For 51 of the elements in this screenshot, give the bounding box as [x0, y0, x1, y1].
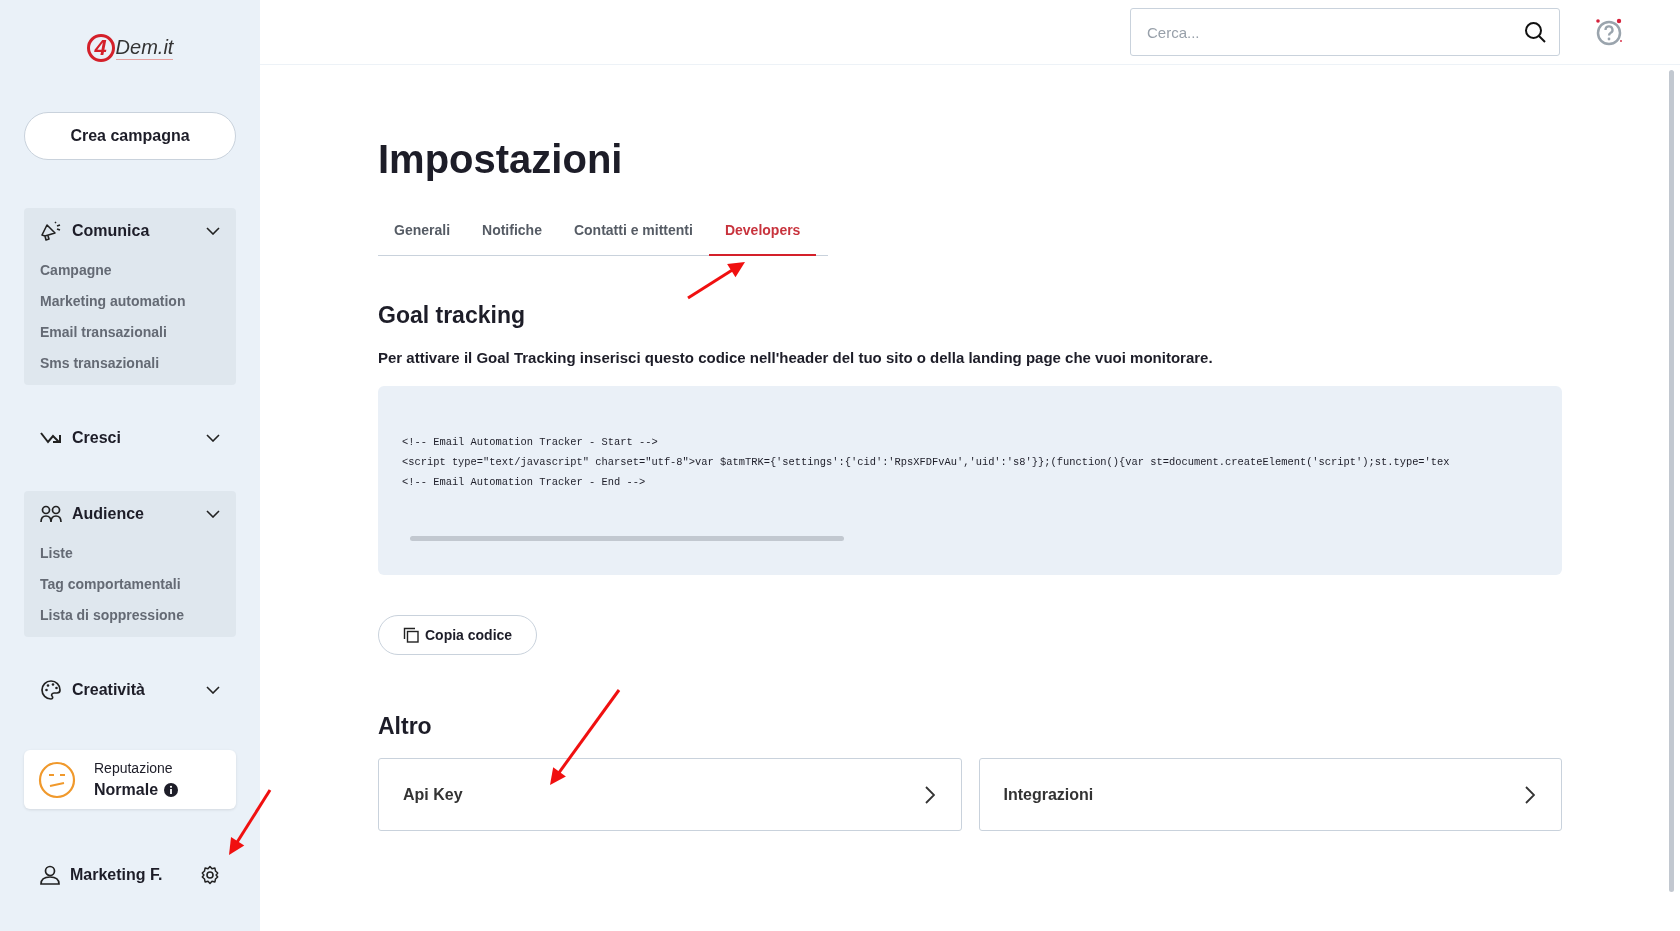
- settings-link-card[interactable]: Api Key: [378, 758, 962, 831]
- nav-group-label[interactable]: Cresci: [72, 429, 196, 447]
- palette-icon: [40, 679, 62, 701]
- copy-code-button[interactable]: Copia codice: [378, 615, 538, 655]
- page-title: Impostazioni: [378, 137, 624, 182]
- tab[interactable]: Contatti e mittenti: [557, 210, 709, 256]
- people-icon: [40, 505, 62, 523]
- nav-item[interactable]: Campagne: [40, 262, 220, 278]
- megaphone-icon: [40, 221, 62, 241]
- code-line: <script type="text/javascript" charset="utf-8">var $atmTRK={'settings':{'cid':'RpsXFDFvAu','uid':'s8'}};(function(){var st=document.createElement('script');st.type='tex: [402, 455, 1451, 470]
- nav-item[interactable]: Tag comportamentali: [40, 576, 220, 592]
- settings-link-card[interactable]: Integrazioni: [978, 758, 1562, 831]
- chevron-down-icon: [206, 686, 220, 694]
- description-text: Per attivare il Goal Tracking inserisci questo codice nell'header del tuo sito o della landing page che vuoi monitorare.: [378, 349, 1214, 366]
- copy-icon: [403, 627, 419, 643]
- nav-item[interactable]: Liste: [40, 545, 220, 561]
- chevron-down-icon: [206, 510, 220, 518]
- code-line: <!-- Email Automation Tracker - Start -->: [402, 435, 659, 450]
- section-heading: Goal tracking: [378, 302, 526, 329]
- settings-icon[interactable]: [200, 865, 220, 885]
- nav-item[interactable]: Lista di soppressione: [40, 607, 220, 623]
- tab[interactable]: Notifiche: [466, 210, 558, 256]
- chevron-right-icon: [924, 785, 935, 804]
- help-icon[interactable]: [1594, 17, 1624, 47]
- logo-text: Dem.it: [115, 36, 174, 60]
- nav-group-label[interactable]: Comunica: [72, 222, 196, 240]
- nav-item[interactable]: Email transazionali: [40, 324, 220, 340]
- tab[interactable]: Developers: [708, 210, 817, 256]
- tab[interactable]: Generali: [378, 210, 467, 256]
- reputation-label: Reputazione: [94, 760, 174, 776]
- trend-arrow-icon: [40, 431, 62, 445]
- nav-item[interactable]: Sms transazionali: [40, 355, 220, 371]
- chevron-down-icon: [206, 434, 220, 442]
- search-icon: [1524, 21, 1546, 43]
- logo-mark: 4: [86, 34, 115, 62]
- user-name[interactable]: Marketing F.: [70, 866, 190, 884]
- nav-item[interactable]: Marketing automation: [40, 293, 220, 309]
- chevron-down-icon: [206, 227, 220, 235]
- create-campaign-button[interactable]: Crea campagna: [24, 112, 236, 160]
- section-heading: Altro: [378, 713, 433, 740]
- info-icon[interactable]: [164, 783, 179, 797]
- reputation-value: Normale: [94, 781, 159, 799]
- chevron-right-icon: [1525, 785, 1535, 804]
- search-field[interactable]: Cerca...: [1130, 8, 1560, 56]
- nav-group-label[interactable]: Creatività: [72, 681, 196, 699]
- neutral-face-icon: [38, 760, 76, 799]
- annotation-arrow: [687, 262, 745, 300]
- user-icon: [40, 865, 60, 885]
- annotation-arrow: [229, 789, 272, 855]
- code-line: <!-- Email Automation Tracker - End -->: [402, 475, 647, 490]
- nav-group-label[interactable]: Audience: [72, 505, 196, 523]
